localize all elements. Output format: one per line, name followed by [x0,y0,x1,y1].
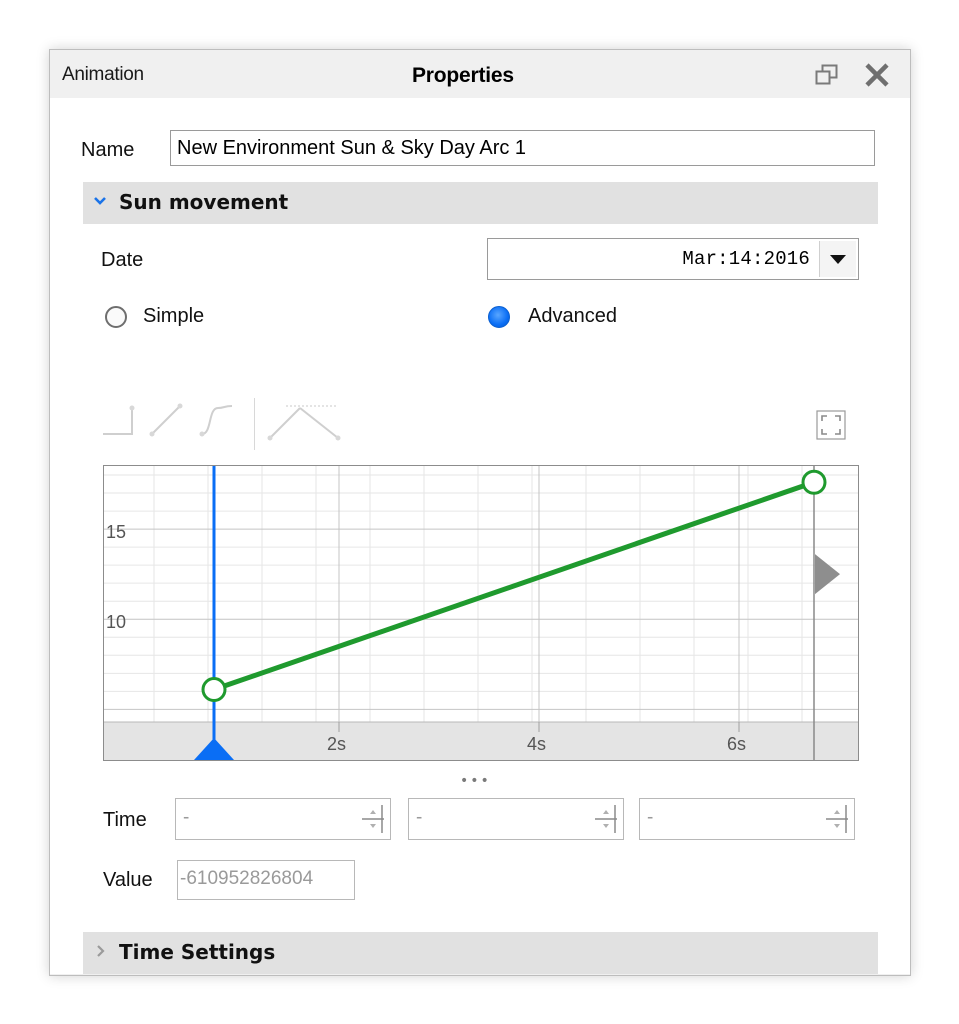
x-tick-label: 6s [727,734,746,754]
chevron-down-icon [830,255,846,264]
simple-radio[interactable] [105,306,127,328]
tab-animation[interactable]: Animation [62,64,144,86]
keyframe-point[interactable] [801,469,827,495]
fit-view-icon[interactable] [816,410,846,440]
panel-titlebar: Animation Properties [50,50,910,97]
sun-movement-title: Sun movement [119,190,289,214]
name-input[interactable]: New Environment Sun & Sky Day Arc 1 [170,130,875,166]
time-field-3-value: - [647,807,654,828]
x-tick-label: 4s [527,734,546,754]
time-label: Time [103,809,147,831]
value-label: Value [103,869,153,891]
spinner-icon[interactable] [362,803,384,835]
curve-line[interactable] [211,479,817,693]
time-field-2-value: - [416,807,423,828]
dropdown-button[interactable] [819,241,856,277]
constant-interpolation-icon[interactable] [100,400,136,440]
date-value: Mar:14:2016 [682,248,810,270]
chevron-right-icon [97,945,105,957]
restore-icon[interactable] [815,64,839,86]
chevron-down-icon [94,197,106,205]
y-tick-label: 10 [106,612,126,632]
time-field-3[interactable]: - [639,798,855,840]
close-icon[interactable] [862,60,892,90]
y-tick-label: 15 [106,522,126,542]
linear-interpolation-icon[interactable] [148,400,184,440]
end-marker-arrow[interactable] [815,554,840,595]
time-settings-title: Time Settings [119,940,276,964]
value-field[interactable]: -610952826804 [177,860,355,900]
tab-properties[interactable]: Properties [412,64,514,88]
time-field-1-value: - [183,807,190,828]
spinner-icon[interactable] [826,803,848,835]
time-field-2[interactable]: - [408,798,624,840]
x-tick-label: 2s [327,734,346,754]
time-field-1[interactable]: - [175,798,391,840]
time-settings-header[interactable]: Time Settings [83,932,878,974]
toolbar-separator [254,398,255,450]
bezier-interpolation-icon[interactable] [198,400,238,440]
date-label: Date [101,249,144,271]
date-dropdown[interactable]: Mar:14:2016 [487,238,859,280]
sun-movement-header[interactable]: Sun movement [83,182,878,224]
keyframe-point[interactable] [201,677,227,703]
simple-label[interactable]: Simple [143,305,204,328]
advanced-radio[interactable] [488,306,510,328]
properties-panel: Animation Properties Name New Environmen… [49,49,911,976]
spinner-icon[interactable] [595,803,617,835]
name-label: Name [81,139,135,161]
peak-curve-icon[interactable] [266,400,344,444]
curve-graph[interactable]: 15 10 2s 4s 6s [103,465,859,761]
more-handle[interactable]: ••• [460,773,491,789]
curve-graph-svg[interactable]: 15 10 2s 4s 6s [104,466,858,760]
panel-content: Name New Environment Sun & Sky Day Arc 1… [50,98,910,974]
advanced-label[interactable]: Advanced [528,305,617,328]
